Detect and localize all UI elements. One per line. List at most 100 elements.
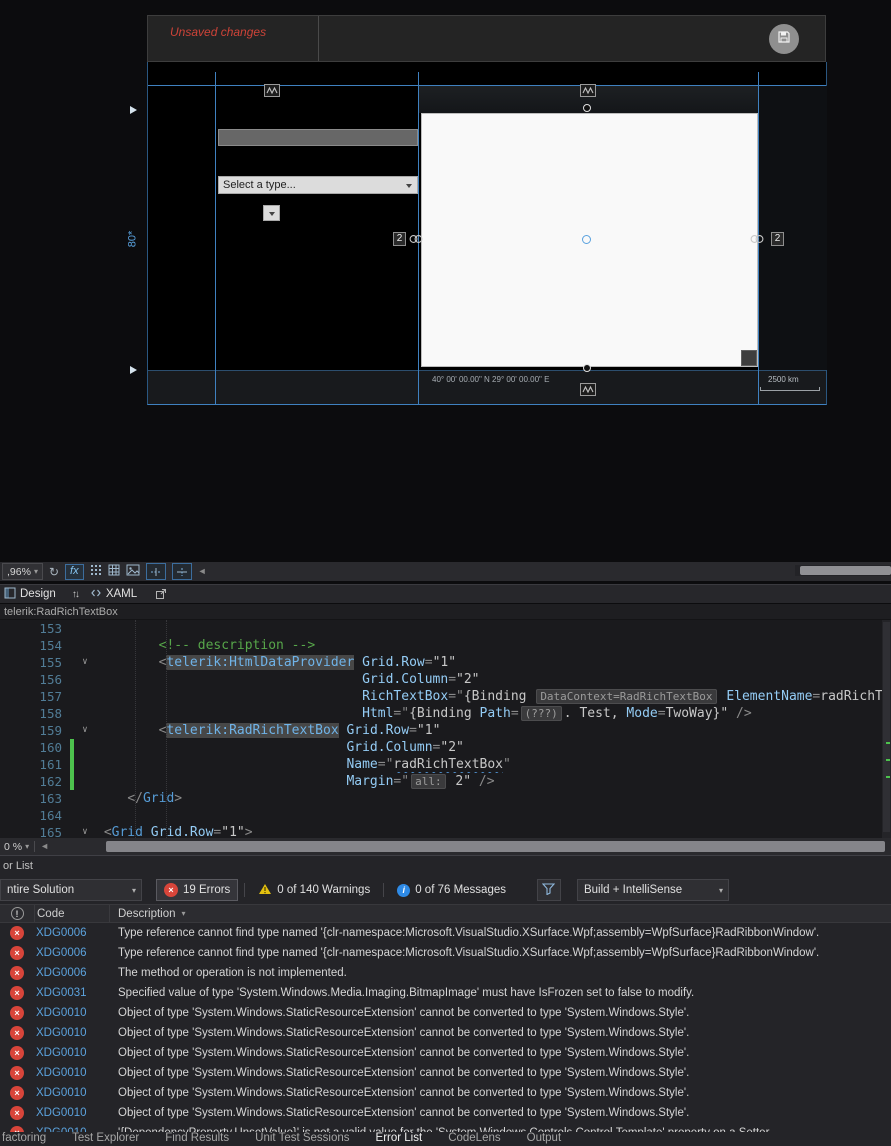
error-row[interactable]: × XDG0010 Object of type 'System.Windows.S… — [0, 1023, 891, 1043]
refresh-icon[interactable]: ↻ — [49, 566, 59, 578]
dropdown-button[interactable] — [263, 205, 280, 221]
code-line[interactable]: 163 </Grid> — [0, 790, 891, 807]
panel-tab-find-results[interactable]: Find Results — [165, 1132, 229, 1146]
margin-anchor-bottom-icon[interactable] — [580, 383, 596, 396]
code-line[interactable]: 154 <!-- description --> — [0, 637, 891, 654]
code-line[interactable]: 165 ∨ <Grid Grid.Row="1"> — [0, 824, 891, 838]
error-description[interactable]: Object of type 'System.Windows.StaticRes… — [110, 1023, 891, 1043]
line-number[interactable]: 164 — [0, 807, 70, 824]
error-row[interactable]: × XDG0006 The method or operation is not i… — [0, 963, 891, 983]
resize-handle-bottom[interactable] — [583, 364, 591, 372]
warnings-filter-button[interactable]: 0 of 140 Warnings — [251, 879, 377, 901]
zoom-select[interactable]: ,96% ▾ — [2, 563, 43, 580]
grid-line[interactable] — [148, 370, 826, 371]
error-code[interactable]: XDG0006 — [34, 923, 110, 943]
severity-column-header[interactable]: ! — [0, 907, 34, 920]
panel-tab-test-explorer[interactable]: Test Explorer — [72, 1132, 139, 1146]
code-line[interactable]: 161 Name="radRichTextBox" — [0, 756, 891, 773]
error-row[interactable]: × XDG0010 Object of type 'System.Windows.S… — [0, 1103, 891, 1123]
tab-xaml[interactable]: XAML — [90, 587, 137, 602]
line-number[interactable]: 156 — [0, 671, 70, 688]
editor-vscrollbar[interactable] — [882, 620, 891, 838]
grid-line[interactable] — [215, 72, 216, 405]
error-code[interactable]: XDG0006 — [34, 963, 110, 983]
code-column-header[interactable]: Code — [34, 905, 110, 922]
filter-button[interactable] — [536, 879, 561, 901]
fold-toggle-icon[interactable]: ∨ — [74, 722, 96, 739]
grid-icon[interactable] — [108, 563, 120, 581]
image-icon[interactable] — [126, 563, 140, 581]
line-number[interactable]: 161 — [0, 756, 70, 773]
breadcrumb[interactable]: telerik:RadRichTextBox — [4, 606, 118, 618]
margin-chain-left-icon[interactable] — [408, 232, 424, 244]
error-code[interactable]: XDG0006 — [34, 943, 110, 963]
error-row[interactable]: × XDG0010 Object of type 'System.Windows.S… — [0, 1043, 891, 1063]
errors-filter-button[interactable]: × 19 Errors — [156, 879, 239, 901]
scrollbar-thumb[interactable] — [800, 566, 891, 575]
effects-toggle[interactable]: fx — [65, 563, 84, 580]
fold-toggle-icon[interactable]: ∨ — [74, 824, 96, 838]
error-code[interactable]: XDG0010 — [34, 1103, 110, 1123]
center-handle[interactable] — [582, 235, 591, 244]
panel-tab-unit-test-sessions[interactable]: Unit Test Sessions — [255, 1132, 349, 1146]
error-description[interactable]: Object of type 'System.Windows.StaticRes… — [110, 1103, 891, 1123]
error-description[interactable]: Object of type 'System.Windows.StaticRes… — [110, 1083, 891, 1103]
panel-tab-codelens[interactable]: CodeLens — [448, 1132, 500, 1146]
line-number[interactable]: 165 — [0, 824, 70, 838]
error-code[interactable]: XDG0010 — [34, 1043, 110, 1063]
type-combobox[interactable]: Select a type... — [218, 176, 418, 194]
resize-grip[interactable] — [741, 350, 757, 366]
xaml-code-editor[interactable]: 153 154 <!-- description --> 155 ∨ <telerik… — [0, 620, 891, 838]
pixel-grid-icon[interactable] — [90, 563, 102, 581]
line-number[interactable]: 159 — [0, 722, 70, 739]
error-description[interactable]: Type reference cannot find type named '{… — [110, 923, 891, 943]
snap-grid-toggle[interactable] — [145, 563, 166, 580]
resize-handle-top[interactable] — [583, 104, 591, 112]
line-number[interactable]: 160 — [0, 739, 70, 756]
tab-design[interactable]: Design — [4, 587, 56, 602]
panel-tab-factoring[interactable]: factoring — [2, 1132, 46, 1146]
error-code[interactable]: XDG0010 — [34, 1023, 110, 1043]
scrollbar-thumb[interactable] — [883, 622, 890, 832]
panel-tab-error-list[interactable]: Error List — [376, 1132, 423, 1146]
line-number[interactable]: 155 — [0, 654, 70, 671]
code-line[interactable]: 155 ∨ <telerik:HtmlDataProvider Grid.Row=… — [0, 654, 891, 671]
description-column-header[interactable]: Description ▾ — [110, 908, 891, 920]
line-number[interactable]: 157 — [0, 688, 70, 705]
grid-row-size-label[interactable]: 80* — [126, 231, 138, 248]
collapse-left-icon[interactable]: ◄ — [198, 567, 207, 576]
code-line[interactable]: 160 Grid.Column="2" — [0, 739, 891, 756]
scroll-left-icon[interactable]: ◄ — [40, 842, 49, 851]
design-canvas[interactable]: 40° 00' 00.00" N 29° 00' 00.00" E 2500 k… — [147, 62, 827, 405]
margin-chain-right-icon[interactable] — [749, 232, 765, 244]
line-number[interactable]: 153 — [0, 620, 70, 637]
editor-zoom-select[interactable]: 0 % ▾ — [4, 841, 29, 853]
textbox-control[interactable] — [218, 129, 418, 146]
designer-hscrollbar[interactable] — [795, 565, 891, 576]
grid-line[interactable] — [148, 85, 826, 86]
error-description[interactable]: The method or operation is not implement… — [110, 963, 891, 983]
code-line[interactable]: 159 ∨ <telerik:RadRichTextBox Grid.Row="1… — [0, 722, 891, 739]
margin-right-value[interactable]: 2 — [771, 232, 784, 246]
code-line[interactable]: 156 Grid.Column="2" — [0, 671, 891, 688]
error-description[interactable]: Type reference cannot find type named '{… — [110, 943, 891, 963]
error-row[interactable]: × XDG0006 Type reference cannot find type … — [0, 923, 891, 943]
error-description[interactable]: Specified value of type 'System.Windows.… — [110, 983, 891, 1003]
anchor-icon[interactable] — [264, 84, 280, 97]
error-description[interactable]: Object of type 'System.Windows.StaticRes… — [110, 1063, 891, 1083]
line-number[interactable]: 162 — [0, 773, 70, 790]
code-line[interactable]: 158 Html="{Binding Path= (???). Test, Mod… — [0, 705, 891, 722]
panel-tab-output[interactable]: Output — [527, 1132, 562, 1146]
error-row[interactable]: × XDG0006 Type reference cannot find type … — [0, 943, 891, 963]
document-outline-path[interactable]: telerik:RadRichTextBox — [0, 604, 891, 620]
error-row[interactable]: × XDG0031 Specified value of type 'System.… — [0, 983, 891, 1003]
snaplines-toggle[interactable] — [171, 563, 192, 580]
fold-toggle-icon[interactable]: ∨ — [74, 654, 96, 671]
error-code[interactable]: XDG0031 — [34, 983, 110, 1003]
error-row[interactable]: × XDG0010 Object of type 'System.Windows.S… — [0, 1063, 891, 1083]
code-line[interactable]: 164 — [0, 807, 891, 824]
popout-icon[interactable] — [155, 588, 167, 600]
code-line[interactable]: 157 RichTextBox="{Binding DataContext=Ra… — [0, 688, 891, 705]
source-dropdown[interactable]: Build + IntelliSense ▾ — [576, 879, 729, 901]
editor-hscrollbar[interactable] — [106, 841, 885, 852]
